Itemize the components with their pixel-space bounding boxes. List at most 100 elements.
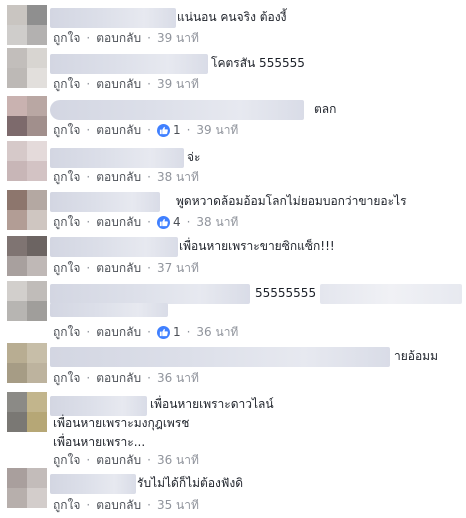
redacted-author-name[interactable] — [50, 347, 390, 367]
separator: · — [147, 77, 151, 91]
comment-actions: ถูกใจ · ตอบกลับ · 4 · 38 นาที — [53, 214, 238, 230]
like-link[interactable]: ถูกใจ — [53, 370, 80, 386]
like-count[interactable]: 1 — [173, 324, 181, 340]
separator: · — [86, 77, 91, 91]
comment-text: 55555555 — [255, 286, 317, 300]
separator: · — [147, 123, 151, 137]
comment-text: ตลก — [314, 102, 337, 116]
comment-text: รับไม่ได้ก็ไม่ต้องฟังดิ — [137, 476, 244, 490]
avatar[interactable] — [7, 141, 47, 181]
reply-link[interactable]: ตอบกลับ — [96, 169, 141, 185]
like-link[interactable]: ถูกใจ — [53, 169, 80, 185]
timestamp[interactable]: 36 นาที — [157, 452, 199, 468]
redacted-author-name[interactable] — [50, 8, 176, 28]
reply-link[interactable]: ตอบกลับ — [96, 452, 141, 468]
redacted-text — [320, 284, 462, 304]
comment-actions: ถูกใจ · ตอบกลับ · 38 นาที — [53, 169, 199, 185]
timestamp[interactable]: 39 นาที — [157, 30, 199, 46]
reply-link[interactable]: ตอบกลับ — [96, 122, 141, 138]
like-link[interactable]: ถูกใจ — [53, 122, 80, 138]
redacted-text — [50, 303, 168, 317]
comment-text: จ่ะ — [187, 150, 201, 164]
comment-text: ายอ้อมม — [394, 349, 439, 363]
avatar[interactable] — [7, 468, 47, 508]
separator: · — [86, 123, 91, 137]
redacted-author-name[interactable] — [50, 148, 184, 168]
comment-actions: ถูกใจ · ตอบกลับ · 1 · 36 นาที — [53, 324, 238, 340]
comment-actions: ถูกใจ · ตอบกลับ · 35 นาที — [53, 497, 199, 513]
separator: · — [147, 453, 151, 467]
like-link[interactable]: ถูกใจ — [53, 324, 80, 340]
redacted-author-name[interactable] — [50, 100, 304, 120]
separator: · — [147, 170, 151, 184]
timestamp[interactable]: 37 นาที — [157, 260, 199, 276]
avatar[interactable] — [7, 281, 47, 321]
like-link[interactable]: ถูกใจ — [53, 260, 80, 276]
timestamp[interactable]: 35 นาที — [157, 497, 199, 513]
separator: · — [147, 371, 151, 385]
separator: · — [147, 215, 151, 229]
avatar[interactable] — [7, 48, 47, 88]
separator: · — [86, 170, 91, 184]
separator: · — [86, 215, 91, 229]
comment-actions: ถูกใจ · ตอบกลับ · 37 นาที — [53, 260, 199, 276]
like-count[interactable]: 1 — [173, 122, 181, 138]
like-link[interactable]: ถูกใจ — [53, 30, 80, 46]
comment-thread: { "actions": { "like_label": "ถูกใจ", "r… — [0, 0, 466, 518]
like-link[interactable]: ถูกใจ — [53, 452, 80, 468]
comment-actions: ถูกใจ · ตอบกลับ · 36 นาที — [53, 370, 199, 386]
like-link[interactable]: ถูกใจ — [53, 76, 80, 92]
like-link[interactable]: ถูกใจ — [53, 214, 80, 230]
avatar[interactable] — [7, 190, 47, 230]
separator: · — [86, 498, 91, 512]
separator: · — [186, 325, 191, 339]
comment-actions: ถูกใจ · ตอบกลับ · 39 นาที — [53, 76, 199, 92]
reply-link[interactable]: ตอบกลับ — [96, 324, 141, 340]
comment-text: แน่นอน คนจริง ต้องงี้ — [177, 10, 287, 24]
like-reaction-icon[interactable] — [156, 123, 170, 137]
avatar[interactable] — [7, 343, 47, 383]
redacted-author-name[interactable] — [50, 54, 208, 74]
timestamp[interactable]: 38 นาที — [157, 169, 199, 185]
separator: · — [147, 31, 151, 45]
comment-actions: ถูกใจ · ตอบกลับ · 36 นาที — [53, 452, 199, 468]
redacted-author-name[interactable] — [50, 284, 250, 304]
timestamp[interactable]: 36 นาที — [196, 324, 238, 340]
avatar[interactable] — [7, 5, 47, 45]
separator: · — [86, 261, 91, 275]
comment-text: พูดหวาดล้อมอ้อมโลกไม่ยอมบอกว่าขายอะไร — [176, 194, 407, 208]
redacted-author-name[interactable] — [50, 474, 136, 494]
comment-actions: ถูกใจ · ตอบกลับ · 39 นาที — [53, 30, 199, 46]
reply-link[interactable]: ตอบกลับ — [96, 497, 141, 513]
like-count[interactable]: 4 — [173, 214, 181, 230]
avatar[interactable] — [7, 96, 47, 136]
redacted-author-name[interactable] — [50, 192, 160, 212]
redacted-author-name[interactable] — [50, 237, 178, 257]
reply-link[interactable]: ตอบกลับ — [96, 30, 141, 46]
like-reaction-icon[interactable] — [156, 325, 170, 339]
timestamp[interactable]: 39 นาที — [196, 122, 238, 138]
like-link[interactable]: ถูกใจ — [53, 497, 80, 513]
separator: · — [147, 498, 151, 512]
comment-text: โคตรสัน 555555 — [211, 56, 305, 70]
separator: · — [147, 261, 151, 275]
separator: · — [86, 325, 91, 339]
comment-text: เพื่อนหายเพราะขายซิกแซ็ก!!! — [179, 239, 335, 253]
reply-link[interactable]: ตอบกลับ — [96, 370, 141, 386]
separator: · — [186, 123, 191, 137]
separator: · — [147, 325, 151, 339]
timestamp[interactable]: 36 นาที — [157, 370, 199, 386]
timestamp[interactable]: 39 นาที — [157, 76, 199, 92]
separator: · — [186, 215, 191, 229]
comment-actions: ถูกใจ · ตอบกลับ · 1 · 39 นาที — [53, 122, 238, 138]
reply-link[interactable]: ตอบกลับ — [96, 214, 141, 230]
avatar[interactable] — [7, 236, 47, 276]
comment-text: เพื่อนหายเพราะดาวไลน์ เพื่อนหายเพราะมงกุ… — [53, 397, 274, 449]
avatar[interactable] — [7, 392, 47, 432]
separator: · — [86, 453, 91, 467]
separator: · — [86, 371, 91, 385]
reply-link[interactable]: ตอบกลับ — [96, 76, 141, 92]
timestamp[interactable]: 38 นาที — [196, 214, 238, 230]
like-reaction-icon[interactable] — [156, 215, 170, 229]
reply-link[interactable]: ตอบกลับ — [96, 260, 141, 276]
